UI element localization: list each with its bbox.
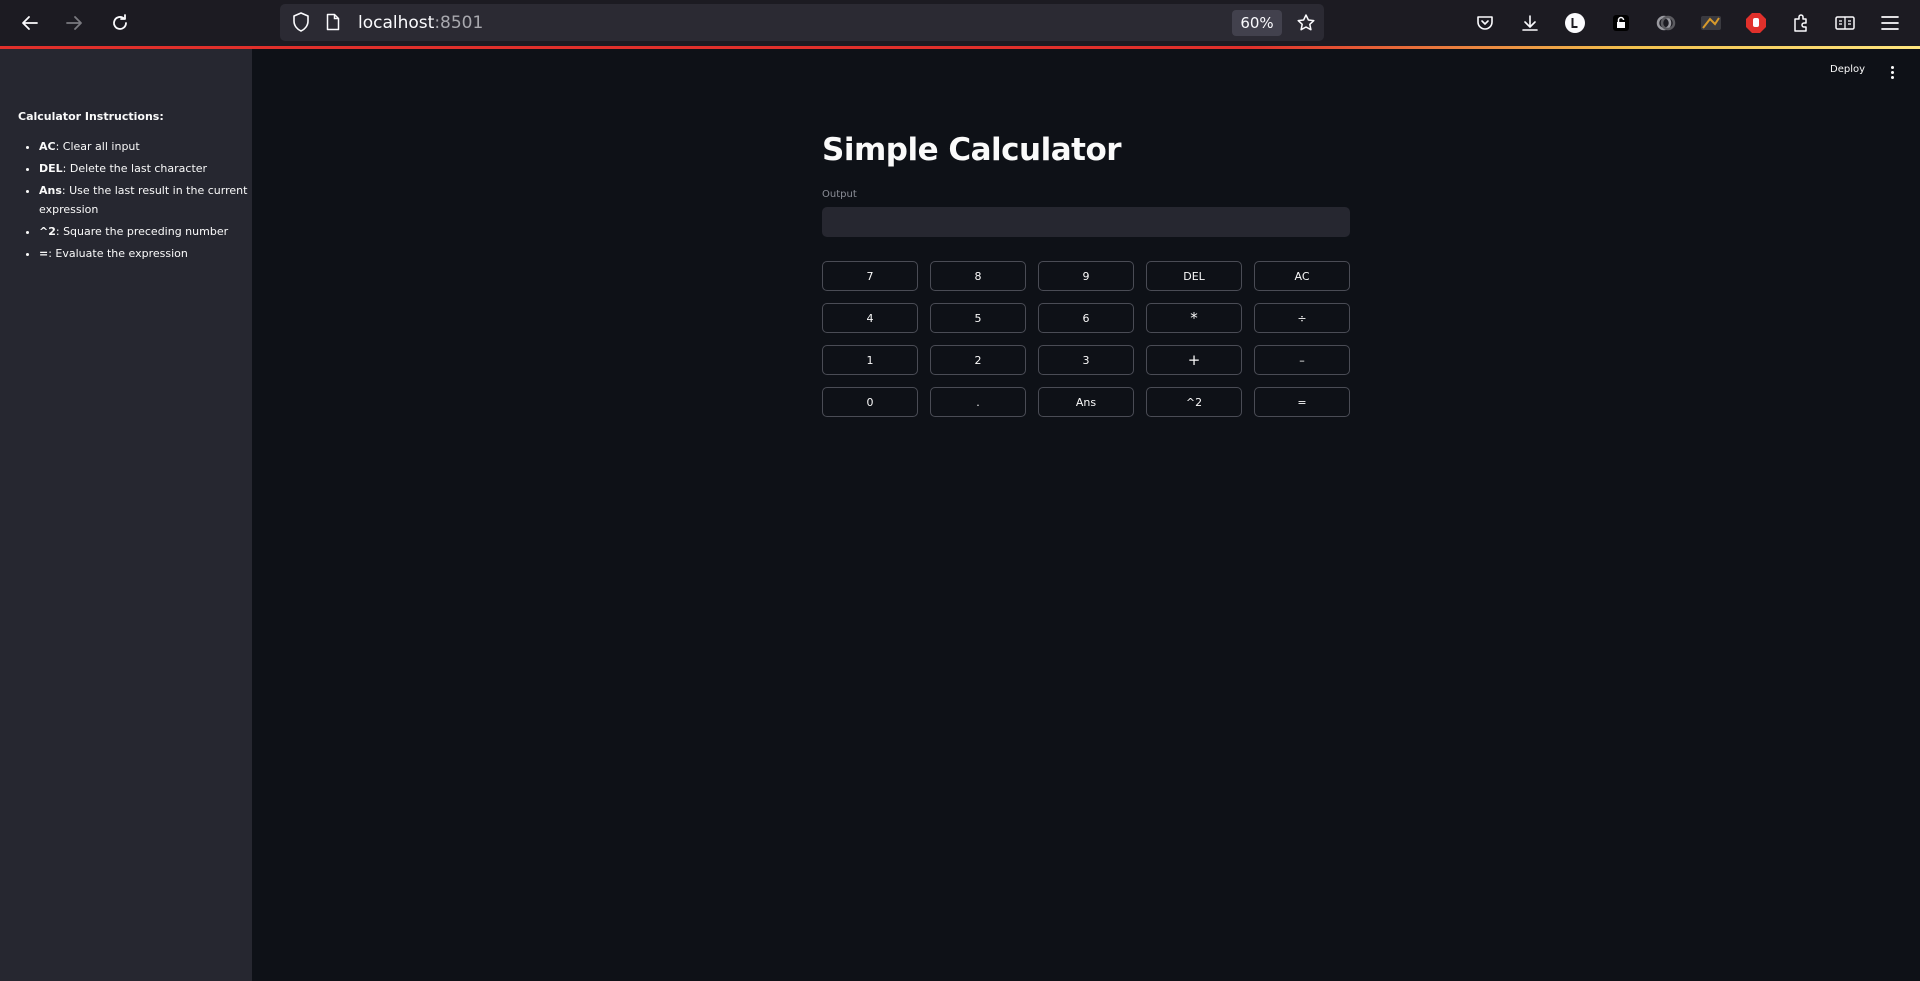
key-ans[interactable]: Ans bbox=[1038, 387, 1134, 417]
extension-rings-icon[interactable] bbox=[1651, 8, 1681, 38]
extensions-puzzle-icon[interactable] bbox=[1786, 8, 1816, 38]
instruction-key: = bbox=[39, 247, 49, 260]
instruction-item-square: ^2: Square the preceding number bbox=[39, 222, 257, 241]
key-7[interactable]: 7 bbox=[822, 261, 918, 291]
key-divide[interactable]: ÷ bbox=[1254, 303, 1350, 333]
back-arrow-icon bbox=[22, 16, 38, 30]
output-field[interactable] bbox=[822, 207, 1350, 237]
forward-button[interactable] bbox=[58, 7, 90, 39]
account-avatar-icon[interactable] bbox=[1560, 8, 1590, 38]
hamburger-menu-icon[interactable] bbox=[1875, 8, 1905, 38]
key-3[interactable]: 3 bbox=[1038, 345, 1134, 375]
url-text[interactable]: localhost:8501 bbox=[358, 13, 483, 33]
keypad: 7 8 9 DEL AC 4 5 6 * ÷ 1 2 3 + – 0 . Ans… bbox=[822, 261, 1350, 417]
instruction-key: AC bbox=[39, 140, 56, 153]
key-del[interactable]: DEL bbox=[1146, 261, 1242, 291]
key-0[interactable]: 0 bbox=[822, 387, 918, 417]
instruction-key: DEL bbox=[39, 162, 63, 175]
instruction-text: : Delete the last character bbox=[62, 162, 208, 175]
instruction-text: : Square the preceding number bbox=[55, 225, 229, 238]
deploy-button[interactable]: Deploy bbox=[1830, 64, 1865, 75]
key-plus[interactable]: + bbox=[1146, 345, 1242, 375]
instruction-key: Ans bbox=[39, 184, 62, 197]
instruction-text: : Use the last result in the current exp… bbox=[39, 184, 248, 216]
instruction-item-equals: =: Evaluate the expression bbox=[39, 244, 257, 263]
key-5[interactable]: 5 bbox=[930, 303, 1026, 333]
instruction-item-ac: AC: Clear all input bbox=[39, 137, 257, 156]
sidebar-heading: Calculator Instructions: bbox=[18, 110, 164, 123]
bookmark-star-icon[interactable] bbox=[1292, 9, 1320, 37]
key-6[interactable]: 6 bbox=[1038, 303, 1134, 333]
download-icon[interactable] bbox=[1515, 8, 1545, 38]
key-decimal[interactable]: . bbox=[930, 387, 1026, 417]
lock-extension-icon[interactable] bbox=[1606, 8, 1636, 38]
url-bar[interactable]: localhost:8501 60% bbox=[280, 4, 1324, 41]
url-host: localhost bbox=[358, 13, 435, 33]
instructions-list: AC: Clear all input DEL: Delete the last… bbox=[18, 137, 257, 266]
instruction-text: : Evaluate the expression bbox=[48, 247, 188, 260]
reload-button[interactable] bbox=[104, 7, 136, 39]
output-label: Output bbox=[822, 189, 857, 200]
instruction-key: ^2 bbox=[39, 225, 56, 238]
key-ac[interactable]: AC bbox=[1254, 261, 1350, 291]
pocket-icon[interactable] bbox=[1470, 8, 1500, 38]
page-load-progress-bar bbox=[0, 46, 1920, 49]
key-equals[interactable]: = bbox=[1254, 387, 1350, 417]
forward-arrow-icon bbox=[66, 16, 82, 30]
key-4[interactable]: 4 bbox=[822, 303, 918, 333]
shield-icon[interactable] bbox=[290, 11, 312, 33]
reader-view-icon[interactable] bbox=[1830, 8, 1860, 38]
sidebar: Calculator Instructions: AC: Clear all i… bbox=[0, 49, 252, 981]
zoom-level-badge[interactable]: 60% bbox=[1232, 10, 1282, 36]
instruction-item-del: DEL: Delete the last character bbox=[39, 159, 257, 178]
url-port: :8501 bbox=[434, 13, 484, 33]
key-multiply[interactable]: * bbox=[1146, 303, 1242, 333]
key-square[interactable]: ^2 bbox=[1146, 387, 1242, 417]
instruction-item-ans: Ans: Use the last result in the current … bbox=[39, 181, 257, 219]
back-button[interactable] bbox=[14, 7, 46, 39]
page-title: Simple Calculator bbox=[822, 132, 1122, 168]
stop-hand-extension-icon[interactable] bbox=[1741, 8, 1771, 38]
key-9[interactable]: 9 bbox=[1038, 261, 1134, 291]
instruction-text: : Clear all input bbox=[55, 140, 140, 153]
key-1[interactable]: 1 bbox=[822, 345, 918, 375]
extension-dark-icon[interactable] bbox=[1696, 8, 1726, 38]
key-2[interactable]: 2 bbox=[930, 345, 1026, 375]
browser-toolbar: localhost:8501 60% bbox=[0, 0, 1920, 46]
key-8[interactable]: 8 bbox=[930, 261, 1026, 291]
main-menu-kebab-icon[interactable] bbox=[1884, 64, 1900, 80]
reload-icon bbox=[113, 14, 127, 30]
key-minus[interactable]: – bbox=[1254, 345, 1350, 375]
page-icon[interactable] bbox=[323, 12, 343, 32]
